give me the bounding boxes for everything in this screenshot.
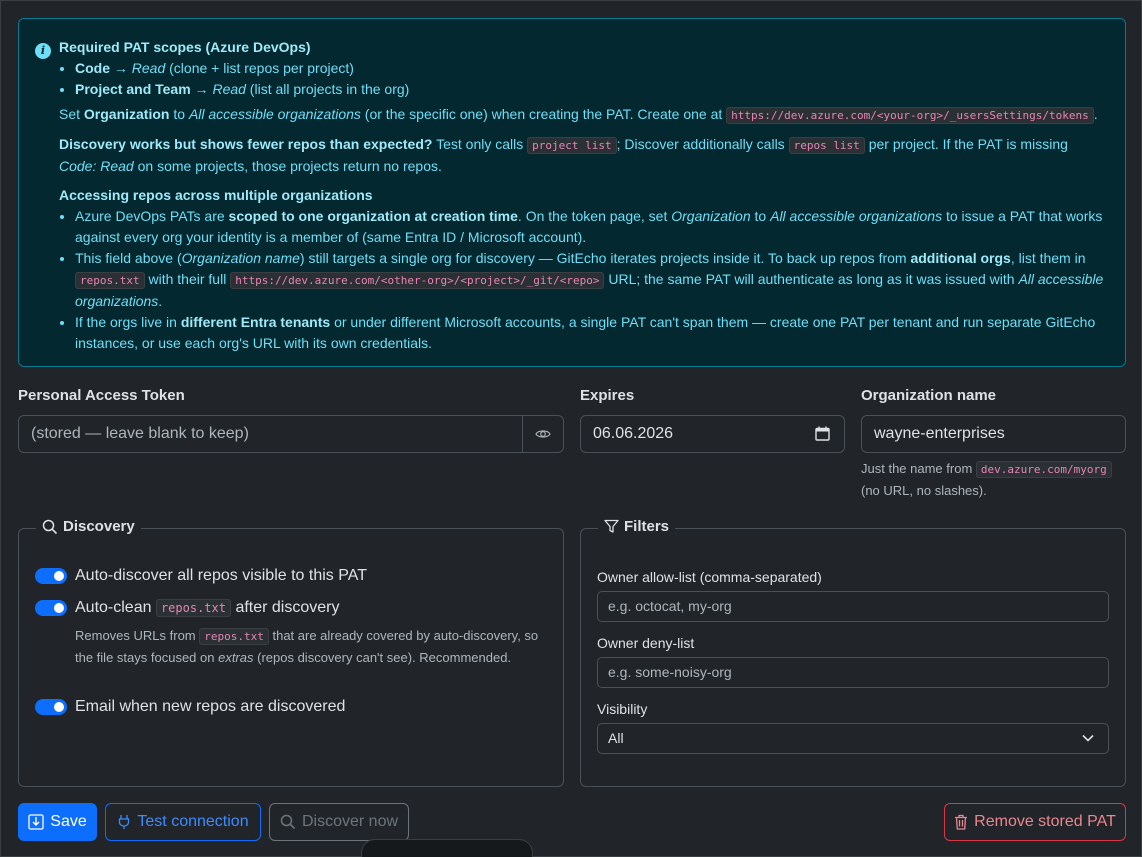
- discover-now-button[interactable]: Discover now: [269, 803, 409, 841]
- calendar-icon[interactable]: [815, 426, 830, 441]
- auto-discover-toggle[interactable]: [35, 568, 67, 584]
- funnel-icon: [604, 519, 619, 533]
- search-icon: [42, 519, 58, 534]
- deny-list-label: Owner deny-list: [597, 635, 695, 651]
- multi-org-item: If the orgs live in different Entra tena…: [75, 312, 1109, 354]
- eye-icon: [535, 430, 551, 438]
- auto-discover-label: Auto-discover all repos visible to this …: [75, 567, 367, 584]
- auto-clean-help: Removes URLs from repos.txt that are alr…: [75, 628, 539, 665]
- visibility-select[interactable]: All: [597, 723, 1109, 754]
- visibility-label: Visibility: [597, 701, 648, 717]
- floating-toolbar[interactable]: [361, 839, 533, 857]
- multi-org-title: Accessing repos across multiple organiza…: [59, 187, 373, 203]
- pat-label: Personal Access Token: [18, 387, 185, 404]
- trash-icon: [955, 814, 968, 830]
- download-icon: [28, 814, 44, 830]
- org-label: Organization name: [861, 387, 997, 404]
- org-hint: Just the name from dev.azure.com/myorg (n…: [861, 458, 1131, 501]
- chevron-down-icon: [1082, 734, 1094, 742]
- expires-label: Expires: [580, 387, 635, 404]
- pat-input[interactable]: (stored — leave blank to keep): [18, 415, 523, 453]
- set-org-text: Set Organization to All accessible organ…: [59, 106, 1098, 124]
- discovery-note: Discovery works but shows fewer repos th…: [59, 136, 1068, 174]
- info-icon: i: [35, 43, 51, 59]
- toggle-visibility-button[interactable]: [522, 415, 564, 453]
- email-label: Email when new repos are discovered: [75, 698, 346, 715]
- org-name-input[interactable]: wayne-enterprises: [861, 415, 1126, 453]
- deny-list-input[interactable]: e.g. some-noisy-org: [597, 657, 1109, 688]
- scope-list: Code → Read (clone + list repos per proj…: [59, 58, 1109, 100]
- search-icon: [280, 814, 296, 830]
- scope-item: Project and Team → Read (list all projec…: [75, 79, 1109, 100]
- multi-org-item: This field above (Organization name) sti…: [75, 248, 1109, 312]
- allow-list-input[interactable]: e.g. octocat, my-org: [597, 591, 1109, 622]
- alert-title: Required PAT scopes (Azure DevOps): [59, 39, 311, 55]
- email-toggle[interactable]: [35, 699, 67, 715]
- auto-clean-toggle[interactable]: [35, 600, 67, 616]
- filters-legend: Filters: [598, 518, 676, 535]
- plug-icon: [119, 815, 130, 829]
- save-button[interactable]: Save: [18, 803, 97, 841]
- remove-pat-button[interactable]: Remove stored PAT: [944, 803, 1126, 841]
- allow-list-label: Owner allow-list (comma-separated): [597, 569, 822, 585]
- scope-item: Code → Read (clone + list repos per proj…: [75, 58, 1109, 79]
- discovery-legend: Discovery: [36, 518, 141, 535]
- auto-clean-label: Auto-clean repos.txt after discovery: [75, 599, 340, 617]
- expires-date-input[interactable]: 06.06.2026: [580, 415, 845, 453]
- test-connection-button[interactable]: Test connection: [105, 803, 261, 841]
- multi-org-list: Azure DevOps PATs are scoped to one orga…: [59, 206, 1109, 354]
- multi-org-item: Azure DevOps PATs are scoped to one orga…: [75, 206, 1109, 248]
- tokens-url: https://dev.azure.com/<your-org>/_usersS…: [726, 107, 1094, 124]
- pat-scopes-alert: i Required PAT scopes (Azure DevOps) Cod…: [18, 18, 1126, 367]
